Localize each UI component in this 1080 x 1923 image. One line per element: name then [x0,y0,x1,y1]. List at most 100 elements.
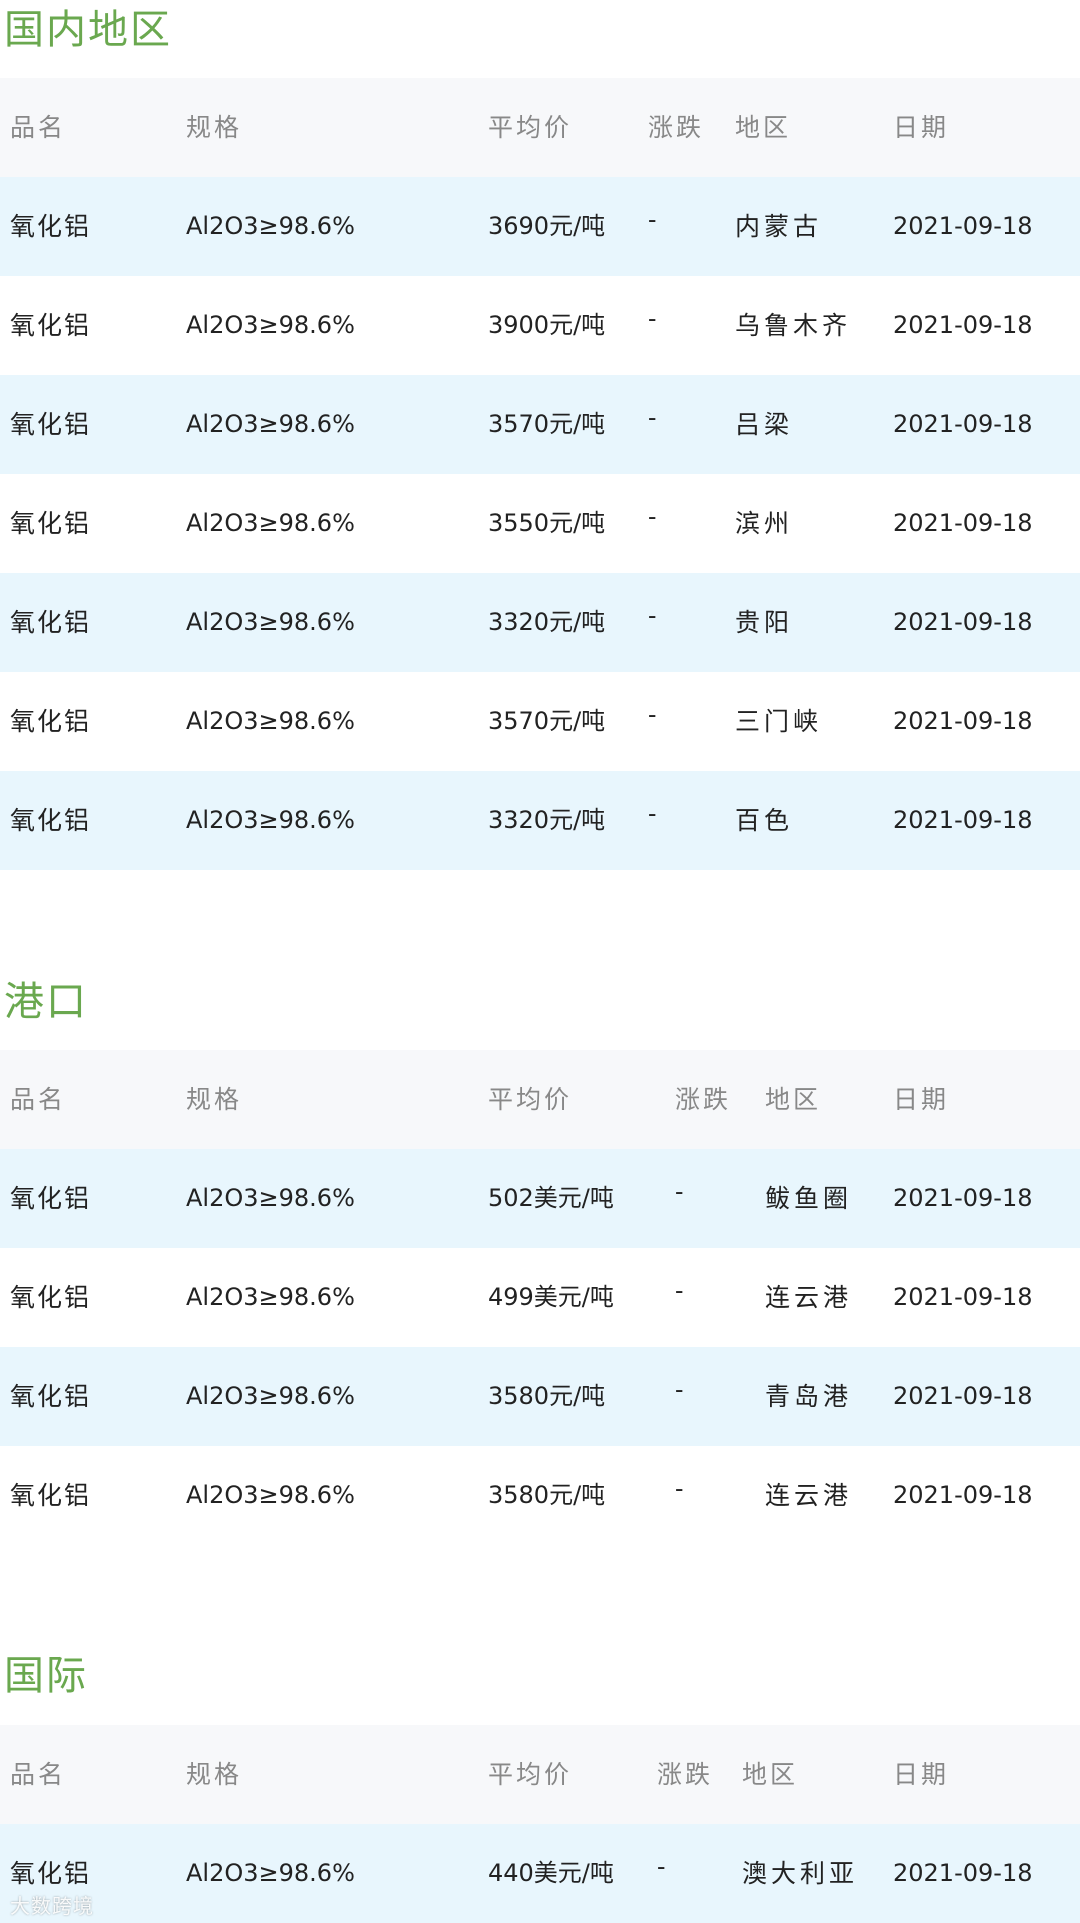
cell-date: 2021-09-18 [893,1283,1033,1311]
section-title-port: 港口 [4,979,88,1025]
cell-price: 3580元/吨 [488,1481,606,1509]
table-row: 氧化铝 Al2O3≥98.6% 3900元/吨 - 乌鲁木齐 2021-09-1… [0,276,1080,375]
cell-date: 2021-09-18 [893,212,1033,240]
header-spec: 规格 [186,113,243,142]
table-row: 氧化铝 Al2O3≥98.6% 3570元/吨 - 三门峡 2021-09-18 [0,672,1080,771]
table-row: 氧化铝 Al2O3≥98.6% 502美元/吨 - 鲅鱼圈 2021-09-18 [0,1149,1080,1248]
table-row: 氧化铝 Al2O3≥98.6% 3580元/吨 - 连云港 2021-09-18 [0,1446,1080,1545]
table-row: 氧化铝 Al2O3≥98.6% 3320元/吨 - 贵阳 2021-09-18 [0,573,1080,672]
cell-change: - [675,1276,684,1305]
table-row: 氧化铝 Al2O3≥98.6% 3550元/吨 - 滨州 2021-09-18 [0,474,1080,573]
cell-change: - [648,700,657,729]
section-title-domestic: 国内地区 [4,7,172,53]
cell-price: 440美元/吨 [488,1859,614,1887]
cell-spec: Al2O3≥98.6% [186,1184,355,1212]
cell-date: 2021-09-18 [893,311,1033,339]
cell-region: 内蒙古 [735,212,823,241]
cell-date: 2021-09-18 [893,1481,1033,1509]
cell-name: 氧化铝 [10,707,92,736]
table-header-row: 品名 规格 平均价 涨跌 地区 日期 [0,1050,1080,1149]
cell-name: 氧化铝 [10,1481,92,1510]
header-name: 品名 [10,113,67,142]
cell-price: 502美元/吨 [488,1184,614,1212]
cell-price: 499美元/吨 [488,1283,614,1311]
table-header-row: 品名 规格 平均价 涨跌 地区 日期 [0,78,1080,177]
cell-spec: Al2O3≥98.6% [186,311,355,339]
domestic-price-table: 品名 规格 平均价 涨跌 地区 日期 氧化铝 Al2O3≥98.6% 3690元… [0,78,1080,870]
cell-region: 鲅鱼圈 [765,1184,853,1213]
cell-spec: Al2O3≥98.6% [186,1382,355,1410]
cell-spec: Al2O3≥98.6% [186,212,355,240]
cell-date: 2021-09-18 [893,410,1033,438]
cell-date: 2021-09-18 [893,1859,1033,1887]
cell-spec: Al2O3≥98.6% [186,707,355,735]
header-name: 品名 [10,1085,67,1114]
cell-spec: Al2O3≥98.6% [186,806,355,834]
header-spec: 规格 [186,1085,243,1114]
table-row: 氧化铝 Al2O3≥98.6% 3570元/吨 - 吕梁 2021-09-18 [0,375,1080,474]
cell-price: 3690元/吨 [488,212,606,240]
cell-spec: Al2O3≥98.6% [186,410,355,438]
cell-price: 3570元/吨 [488,410,606,438]
cell-region: 澳大利亚 [742,1859,859,1888]
cell-region: 贵阳 [735,608,794,637]
cell-region: 连云港 [765,1283,853,1312]
international-price-table: 品名 规格 平均价 涨跌 地区 日期 氧化铝 Al2O3≥98.6% 440美元… [0,1725,1080,1923]
table-row: 氧化铝 Al2O3≥98.6% 3580元/吨 - 青岛港 2021-09-18 [0,1347,1080,1446]
header-date: 日期 [893,1760,950,1789]
cell-date: 2021-09-18 [893,608,1033,636]
cell-change: - [648,799,657,828]
cell-price: 3900元/吨 [488,311,606,339]
cell-name: 氧化铝 [10,212,92,241]
header-region: 地区 [765,1085,822,1114]
cell-price: 3320元/吨 [488,806,606,834]
cell-region: 乌鲁木齐 [735,311,852,340]
header-date: 日期 [893,113,950,142]
table-row: 氧化铝 Al2O3≥98.6% 499美元/吨 - 连云港 2021-09-18 [0,1248,1080,1347]
cell-change: - [675,1177,684,1206]
cell-spec: Al2O3≥98.6% [186,608,355,636]
cell-name: 氧化铝 [10,311,92,340]
cell-name: 氧化铝 [10,1382,92,1411]
cell-price: 3320元/吨 [488,608,606,636]
header-change: 涨跌 [675,1085,732,1114]
cell-date: 2021-09-18 [893,806,1033,834]
cell-date: 2021-09-18 [893,1184,1033,1212]
cell-region: 吕梁 [735,410,794,439]
cell-spec: Al2O3≥98.6% [186,509,355,537]
watermark-logo: 大数跨境 [10,1894,94,1918]
cell-date: 2021-09-18 [893,707,1033,735]
cell-change: - [648,304,657,333]
cell-spec: Al2O3≥98.6% [186,1481,355,1509]
header-price: 平均价 [488,1085,573,1114]
cell-region: 三门峡 [735,707,823,736]
header-spec: 规格 [186,1760,243,1789]
cell-name: 氧化铝 [10,1283,92,1312]
cell-region: 青岛港 [765,1382,853,1411]
cell-change: - [675,1375,684,1404]
header-region: 地区 [742,1760,799,1789]
cell-date: 2021-09-18 [893,509,1033,537]
cell-name: 氧化铝 [10,509,92,538]
cell-name: 氧化铝 [10,1184,92,1213]
cell-price: 3580元/吨 [488,1382,606,1410]
cell-region: 百色 [735,806,794,835]
cell-price: 3570元/吨 [488,707,606,735]
cell-date: 2021-09-18 [893,1382,1033,1410]
cell-spec: Al2O3≥98.6% [186,1859,355,1887]
table-header-row: 品名 规格 平均价 涨跌 地区 日期 [0,1725,1080,1824]
cell-change: - [648,403,657,432]
cell-region: 连云港 [765,1481,853,1510]
header-date: 日期 [893,1085,950,1114]
cell-change: - [648,205,657,234]
section-title-international: 国际 [4,1653,88,1699]
cell-name: 氧化铝 [10,410,92,439]
port-price-table: 品名 规格 平均价 涨跌 地区 日期 氧化铝 Al2O3≥98.6% 502美元… [0,1050,1080,1545]
cell-region: 滨州 [735,509,794,538]
header-price: 平均价 [488,113,573,142]
cell-name: 氧化铝 [10,806,92,835]
cell-price: 3550元/吨 [488,509,606,537]
header-change: 涨跌 [648,113,705,142]
cell-name: 氧化铝 [10,608,92,637]
cell-spec: Al2O3≥98.6% [186,1283,355,1311]
